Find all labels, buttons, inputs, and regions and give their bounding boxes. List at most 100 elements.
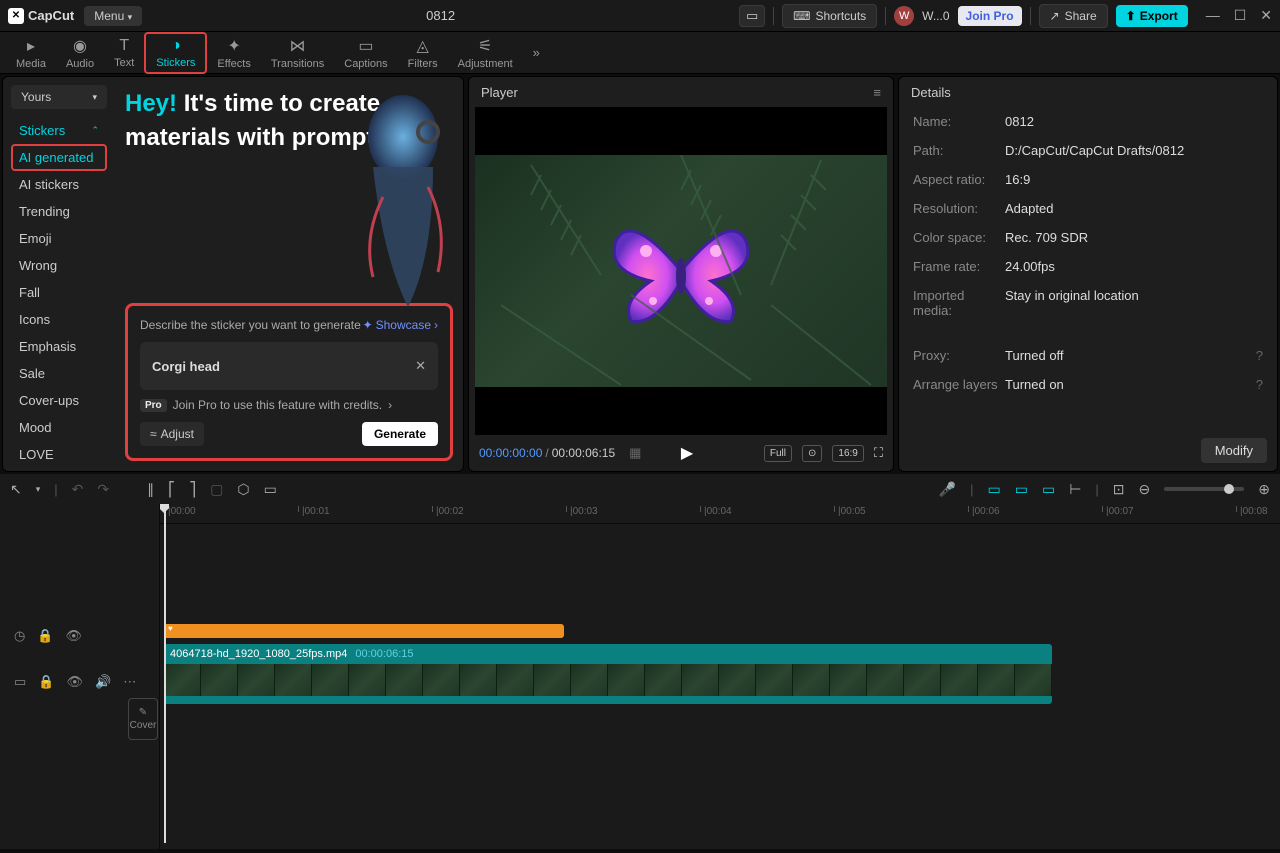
eye-icon[interactable]: 👁 [66, 628, 83, 644]
tab-media[interactable]: ▸Media [6, 33, 56, 73]
prompt-input[interactable] [152, 359, 415, 374]
timeline-tracks[interactable]: |00:00 |00:01 |00:02 |00:03 |00:04 |00:0… [160, 504, 1280, 849]
avatar[interactable]: W [894, 6, 914, 26]
track-controls-video: ▭ 🔒 👁 🔊 ⋯ [0, 670, 159, 694]
cover-button[interactable]: ✎ Cover [128, 698, 158, 740]
help-icon[interactable]: ? [1256, 348, 1263, 363]
volume-icon[interactable]: 🔊 [95, 674, 111, 690]
modify-button[interactable]: Modify [1201, 438, 1267, 463]
tab-filters[interactable]: ◬Filters [398, 33, 448, 73]
tabs-more-icon[interactable]: » [527, 45, 546, 60]
play-button[interactable]: ▶ [681, 443, 693, 463]
magnet-icon[interactable]: ▭ [988, 481, 1001, 498]
video-icon[interactable]: ▭ [14, 674, 26, 690]
link-icon[interactable]: ▭ [1015, 481, 1028, 498]
clip-thumbnails [164, 664, 1052, 698]
sidebar-item-wrong[interactable]: Wrong [11, 252, 107, 279]
sidebar-item-love[interactable]: LOVE [11, 441, 107, 468]
zoom-out-icon[interactable]: ⊖ [1139, 481, 1151, 498]
sidebar-item-trending[interactable]: Trending [11, 198, 107, 225]
sidebar-item-mood[interactable]: Mood [11, 414, 107, 441]
cursor-tool[interactable]: ↖ [10, 481, 22, 498]
video-frame [475, 155, 887, 387]
sidebar-item-emoji[interactable]: Emoji [11, 225, 107, 252]
capcut-icon: ✕ [8, 8, 24, 24]
more-icon[interactable]: ⋯ [123, 674, 136, 690]
ratio-button[interactable]: 16:9 [832, 445, 863, 462]
tab-effects[interactable]: ✦Effects [207, 33, 260, 73]
time-ruler[interactable]: |00:00 |00:01 |00:02 |00:03 |00:04 |00:0… [160, 504, 1280, 524]
clock-icon[interactable]: ◷ [14, 628, 25, 644]
mic-icon[interactable]: 🎤 [939, 481, 956, 498]
timeline-track-controls: ◷ 🔒 👁 ▭ 🔒 👁 🔊 ⋯ ✎ Cover [0, 504, 160, 849]
split-left-icon[interactable]: ⎡ [168, 481, 175, 498]
sidebar-item-cover-ups[interactable]: Cover-ups [11, 387, 107, 414]
project-title: 0812 [142, 8, 739, 23]
sidebar-item-emphasis[interactable]: Emphasis [11, 333, 107, 360]
full-button[interactable]: Full [764, 445, 792, 462]
menu-button[interactable]: Menu ▾ [84, 6, 142, 26]
player-title: Player [481, 85, 518, 100]
app-logo: ✕ CapCut [8, 8, 74, 24]
sidebar-item-icons[interactable]: Icons [11, 306, 107, 333]
undo-icon[interactable]: ↶ [72, 481, 84, 498]
showcase-link[interactable]: ✦ Showcase › [363, 318, 438, 332]
fern-bg [475, 155, 887, 387]
playhead[interactable] [164, 504, 166, 843]
preview-icon[interactable]: ▭ [1042, 481, 1055, 498]
player-menu-icon[interactable]: ≡ [873, 85, 881, 100]
join-pro-button[interactable]: Join Pro [958, 6, 1022, 26]
timecode: 00:00:00:00/00:00:06:15 [479, 446, 615, 460]
layout-icon[interactable]: ▭ [739, 5, 765, 27]
yours-dropdown[interactable]: Yours▾ [11, 85, 107, 109]
split-right-icon[interactable]: ⎤ [189, 481, 196, 498]
export-button[interactable]: ⬆ Export [1116, 5, 1188, 27]
titlebar: ✕ CapCut Menu ▾ 0812 ▭ ⌨ Shortcuts W W..… [0, 0, 1280, 32]
sticker-clip[interactable] [164, 624, 564, 638]
tab-text[interactable]: TText [104, 34, 144, 72]
cursor-menu-icon[interactable]: ▾ [36, 484, 41, 495]
player-viewport[interactable] [475, 107, 887, 435]
expand-icon[interactable]: ⛶ [874, 445, 883, 461]
zoom-slider[interactable] [1164, 487, 1244, 491]
minimize-icon[interactable]: — [1206, 7, 1220, 24]
tabs: ▸Media ◉Audio TText ◑Stickers ✦Effects ⋈… [0, 32, 1280, 74]
tab-adjustment[interactable]: ⚟Adjustment [448, 33, 523, 73]
help-icon[interactable]: ? [1256, 377, 1263, 392]
tab-captions[interactable]: ▭Captions [334, 33, 397, 73]
redo-icon[interactable]: ↷ [97, 481, 109, 498]
shuffle-icon[interactable]: ✕ [415, 358, 426, 374]
align-icon[interactable]: ⊢ [1069, 481, 1081, 498]
share-button[interactable]: ↗ Share [1039, 4, 1108, 28]
tab-transitions[interactable]: ⋈Transitions [261, 33, 334, 73]
shortcuts-button[interactable]: ⌨ Shortcuts [782, 4, 877, 28]
lock-icon[interactable]: 🔒 [38, 674, 54, 690]
main-panels: Yours▾ Stickers⌃ AI generated AI sticker… [0, 74, 1280, 474]
adjust-button[interactable]: ≈ Adjust [140, 422, 204, 446]
hero-illustration [313, 77, 463, 317]
fit-icon[interactable]: ⊙ [802, 445, 822, 462]
split-icon[interactable]: ∥ [147, 481, 154, 498]
maximize-icon[interactable]: ☐ [1234, 7, 1247, 24]
pro-notice[interactable]: Pro Join Pro to use this feature with cr… [140, 398, 438, 412]
close-icon[interactable]: ✕ [1260, 7, 1272, 24]
shield-icon[interactable]: ⬡ [237, 481, 249, 498]
sidebar-item-sale[interactable]: Sale [11, 360, 107, 387]
zoom-in-icon[interactable]: ⊕ [1258, 481, 1270, 498]
tab-stickers[interactable]: ◑Stickers [144, 32, 207, 74]
stickers-header[interactable]: Stickers⌃ [11, 117, 107, 144]
tab-audio[interactable]: ◉Audio [56, 33, 104, 73]
sidebar-item-fall[interactable]: Fall [11, 279, 107, 306]
sidebar-item-ai-generated[interactable]: AI generated [11, 144, 107, 171]
caption-icon[interactable]: ▭ [264, 481, 277, 498]
delete-icon[interactable]: ▢ [210, 481, 223, 498]
quality-icon[interactable]: ▦ [629, 445, 641, 461]
sidebar-item-ai-stickers[interactable]: AI stickers [11, 171, 107, 198]
fit-timeline-icon[interactable]: ⊡ [1113, 481, 1125, 498]
generate-button[interactable]: Generate [362, 422, 438, 446]
timeline: ◷ 🔒 👁 ▭ 🔒 👁 🔊 ⋯ ✎ Cover |00:00 |00:01 |0… [0, 504, 1280, 849]
video-clip[interactable]: 4064718-hd_1920_1080_25fps.mp400:00:06:1… [164, 644, 1052, 704]
lock-icon[interactable]: 🔒 [37, 628, 53, 644]
clip-label: 4064718-hd_1920_1080_25fps.mp400:00:06:1… [170, 648, 414, 660]
eye-icon[interactable]: 👁 [66, 674, 83, 690]
